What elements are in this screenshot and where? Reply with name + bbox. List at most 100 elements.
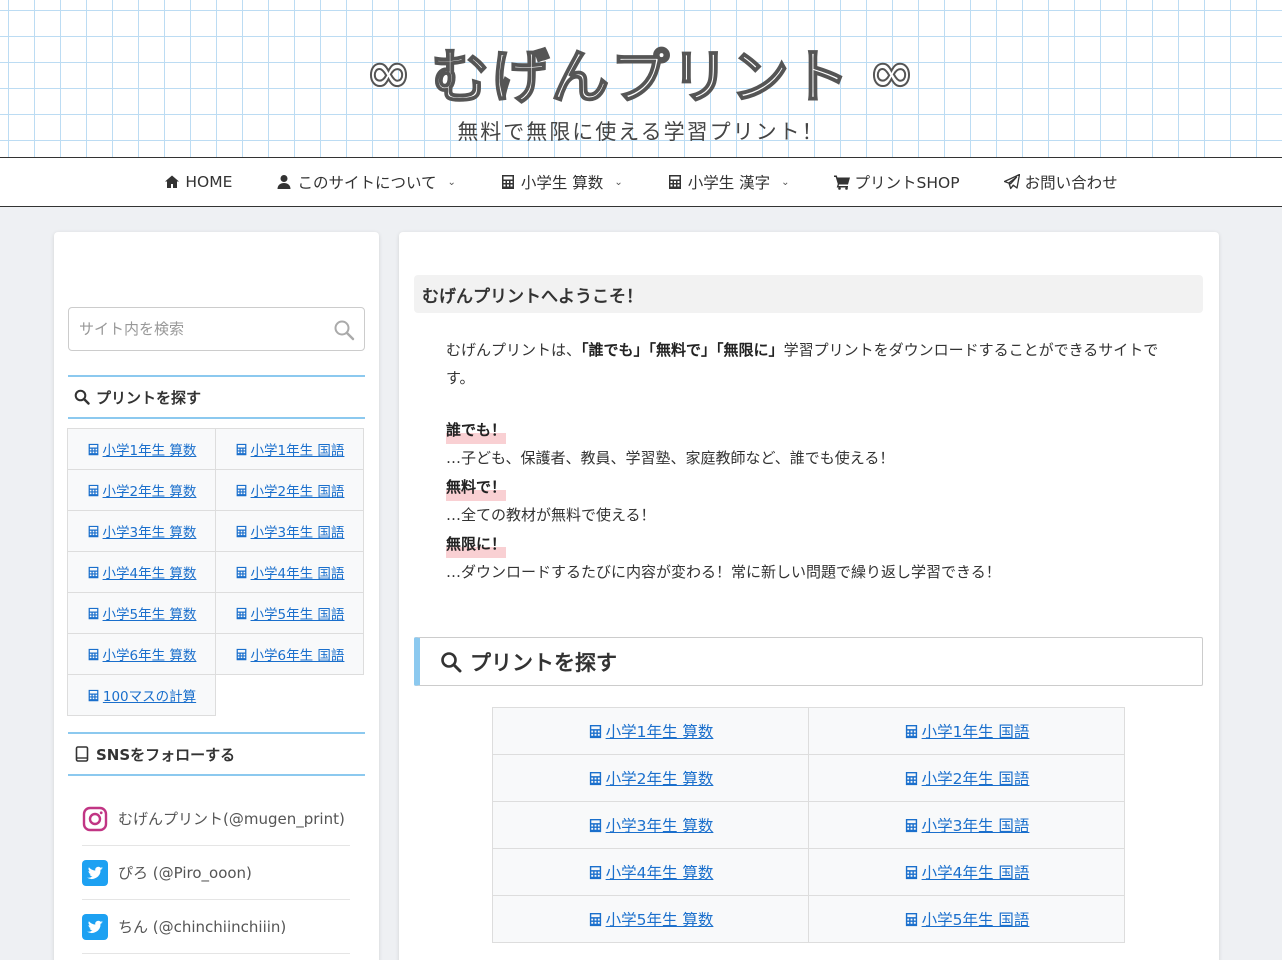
calculator-icon [88, 689, 99, 701]
print-link-label: 小学5年生 国語 [250, 607, 345, 623]
nav-item-label: お問い合わせ [1024, 174, 1118, 192]
print-link-label: 小学4年生 算数 [605, 864, 714, 882]
print-link-label: 小学6年生 算数 [102, 648, 197, 664]
print-link[interactable]: 小学2年生 算数 [87, 480, 197, 500]
search-icon [74, 389, 90, 405]
link-cell: 小学2年生 算数 [492, 754, 809, 802]
calculator-icon [88, 648, 98, 660]
link-cell: 小学5年生 国語 [215, 592, 364, 634]
nav-item-about[interactable]: このサイトについて ⌄ [276, 171, 456, 193]
nav-item-shop[interactable]: プリントSHOP [833, 171, 960, 193]
print-link[interactable]: 小学3年生 算数 [588, 814, 713, 836]
print-link-label: 小学5年生 算数 [102, 607, 197, 623]
feature-desc: …子ども、保護者、教員、学習塾、家庭教師など、誰でも使える！ [446, 449, 895, 467]
link-cell: 小学2年生 国語 [808, 754, 1125, 802]
calculator-icon [236, 525, 246, 537]
calculator-icon [236, 648, 246, 660]
calculator-icon [88, 443, 98, 455]
print-link-label: 小学1年生 国語 [250, 443, 345, 459]
print-link[interactable]: 小学4年生 国語 [235, 562, 345, 582]
nav-item-contact[interactable]: お問い合わせ [1003, 171, 1118, 193]
print-link-label: 小学5年生 国語 [921, 911, 1030, 929]
section-heading-text: プリントを探す [470, 650, 617, 675]
print-link[interactable]: 小学5年生 算数 [588, 908, 713, 930]
calculator-icon [88, 607, 98, 619]
calculator-icon [236, 566, 246, 578]
print-link-label: 100マスの計算 [102, 689, 197, 705]
link-cell: 小学4年生 算数 [492, 848, 809, 896]
print-link[interactable]: 小学4年生 算数 [87, 562, 196, 582]
calculator-icon [236, 484, 246, 496]
calculator-icon [236, 443, 246, 455]
nav-item-math[interactable]: 小学生 算数 ⌄ [500, 171, 623, 193]
print-link-label: 小学3年生 国語 [250, 525, 345, 541]
search-icon [441, 651, 462, 672]
chevron-down-icon: ⌄ [614, 176, 623, 188]
instagram-icon [82, 806, 108, 831]
link-cell: 100マスの計算 [67, 674, 216, 716]
search-input[interactable] [69, 308, 309, 350]
welcome-heading: むげんプリントへようこそ！ [414, 275, 1203, 313]
main-print-link-table: 小学1年生 算数 小学1年生 国語小学2年生 算数 小学2年生 国語小学3年生 算数… [492, 707, 1125, 943]
print-link[interactable]: 小学5年生 国語 [235, 603, 345, 623]
sns-item-instagram[interactable]: むげんプリント(@mugen_print) [82, 792, 350, 846]
search-icon[interactable] [333, 319, 355, 341]
calculator-icon [905, 724, 917, 738]
sns-item-label: ちん (@chinchiinchiiin) [118, 918, 287, 936]
link-cell: 小学1年生 算数 [67, 428, 216, 470]
tablet-icon [75, 746, 89, 762]
sns-item-twitter-chin[interactable]: ちん (@chinchiinchiiin) [82, 900, 350, 954]
intro-prefix: むげんプリントは、 [446, 341, 582, 359]
print-link[interactable]: 小学6年生 国語 [235, 644, 344, 664]
logo-title[interactable]: ∞ むげんプリント ∞ [365, 30, 916, 114]
print-link-label: 小学2年生 算数 [102, 484, 197, 500]
print-link[interactable]: 小学1年生 算数 [87, 439, 196, 459]
site-logo[interactable]: ∞ むげんプリント ∞ [0, 30, 1282, 114]
widget-title-text: プリントを探す [96, 388, 202, 407]
chevron-down-icon: ⌄ [447, 176, 456, 188]
widget-title-text: SNSをフォローする [96, 745, 236, 764]
print-link[interactable]: 小学1年生 国語 [904, 720, 1029, 742]
print-link-label: 小学4年生 国語 [250, 566, 345, 582]
print-link[interactable]: 小学2年生 国語 [235, 480, 344, 500]
print-link[interactable]: 小学5年生 国語 [904, 908, 1030, 930]
print-link[interactable]: 小学4年生 国語 [904, 861, 1029, 883]
link-cell: 小学2年生 算数 [67, 469, 216, 511]
empty-cell [215, 674, 364, 716]
link-cell: 小学1年生 国語 [215, 428, 364, 470]
print-link[interactable]: 小学2年生 算数 [588, 767, 714, 789]
link-cell: 小学3年生 算数 [492, 801, 809, 849]
sns-item-twitter-piro[interactable]: ぴろ (@Piro_ooon) [82, 846, 350, 900]
print-link[interactable]: 小学3年生 国語 [904, 814, 1029, 836]
home-icon [165, 175, 180, 188]
sidebar: プリントを探す 小学1年生 算数 小学1年生 国語小学2年生 算数 小学2年生 国語… [54, 232, 379, 960]
print-widget-title: プリントを探す [68, 375, 365, 419]
link-cell: 小学6年生 算数 [67, 633, 216, 675]
print-link[interactable]: 小学1年生 算数 [588, 720, 713, 742]
site-tagline: 無料で無限に使える学習プリント！ [457, 120, 825, 144]
infinity-right-icon: ∞ [868, 40, 916, 105]
cart-icon [833, 175, 850, 190]
print-link[interactable]: 小学2年生 国語 [904, 767, 1029, 789]
print-link[interactable]: 小学1年生 国語 [235, 439, 345, 459]
print-link[interactable]: 小学6年生 算数 [87, 644, 197, 664]
nav-item-kanji[interactable]: 小学生 漢字 ⌄ [667, 171, 790, 193]
feature-desc: …ダウンロードするたびに内容が変わる！常に新しい問題で繰り返し学習できる！ [446, 563, 1001, 581]
print-link[interactable]: 小学3年生 算数 [87, 521, 196, 541]
calculator-icon [589, 865, 601, 879]
nav-item-label: 小学生 漢字 [687, 174, 771, 192]
print-link[interactable]: 小学4年生 算数 [588, 861, 714, 883]
link-cell: 小学5年生 国語 [808, 895, 1125, 943]
calculator-icon [905, 818, 917, 832]
intro-keyword: 「無限に」 [716, 341, 784, 359]
print-link[interactable]: 小学3年生 国語 [235, 521, 345, 541]
paper-plane-icon [1003, 174, 1020, 190]
nav-item-home[interactable]: HOME [164, 173, 232, 191]
infinity-left-icon: ∞ [365, 40, 413, 105]
link-cell: 小学3年生 国語 [215, 510, 364, 552]
print-link-label: 小学2年生 算数 [605, 770, 714, 788]
logo-text: むげんプリント [430, 42, 851, 112]
print-link[interactable]: 100マスの計算 [87, 685, 196, 705]
link-cell: 小学4年生 国語 [808, 848, 1125, 896]
print-link[interactable]: 小学5年生 算数 [87, 603, 197, 623]
